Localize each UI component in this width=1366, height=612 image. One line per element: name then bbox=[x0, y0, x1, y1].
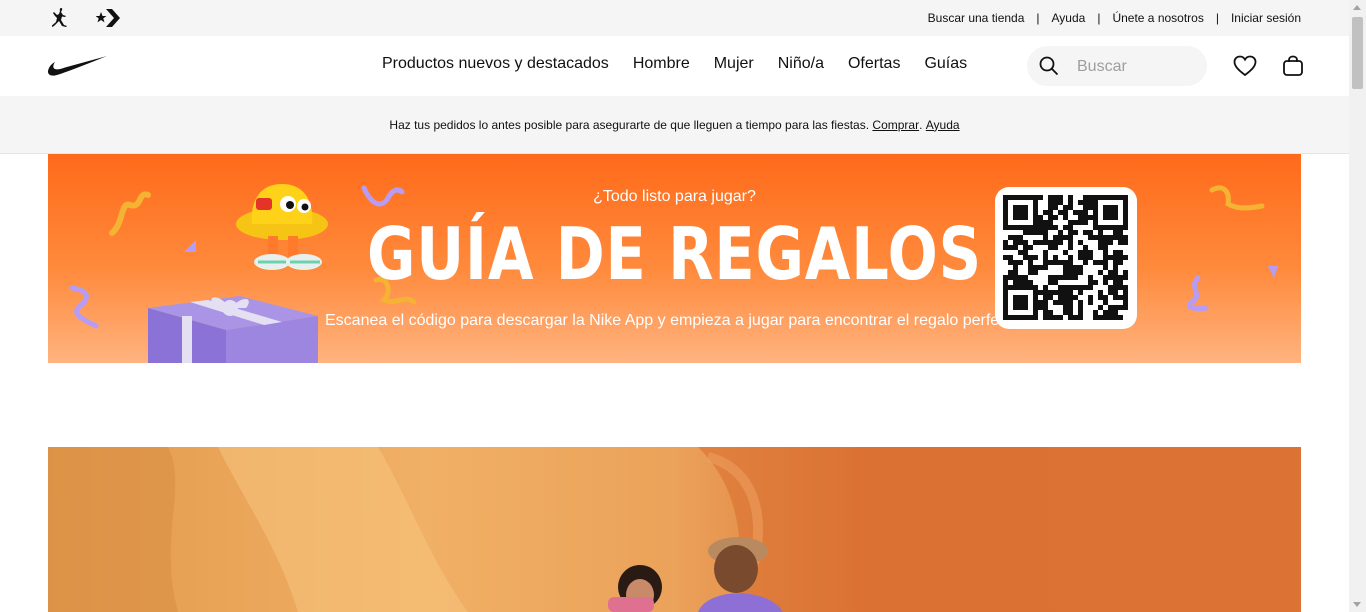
promo-shop-link[interactable]: Comprar bbox=[872, 118, 919, 132]
confetti-triangle-icon bbox=[1268, 266, 1278, 278]
confetti-squiggle-icon bbox=[69, 285, 99, 329]
bag-icon[interactable] bbox=[1282, 55, 1304, 82]
find-store-link[interactable]: Buscar una tienda bbox=[928, 11, 1025, 25]
hero-photo-illustration bbox=[48, 447, 1301, 612]
qr-code-graphic bbox=[1003, 195, 1128, 320]
page-scrollbar[interactable] bbox=[1349, 0, 1366, 612]
search-icon[interactable] bbox=[1039, 56, 1059, 81]
heart-icon[interactable] bbox=[1233, 55, 1257, 82]
utility-links: Buscar una tienda | Ayuda | Únete a noso… bbox=[928, 11, 1301, 25]
promo-bar: Haz tus pedidos lo antes posible para as… bbox=[0, 96, 1349, 154]
divider: | bbox=[1215, 11, 1219, 25]
nav-item-new-featured[interactable]: Productos nuevos y destacados bbox=[382, 55, 609, 73]
qr-code[interactable] bbox=[995, 187, 1137, 329]
nav-item-men[interactable]: Hombre bbox=[633, 55, 690, 73]
nav-item-sale[interactable]: Ofertas bbox=[848, 55, 900, 73]
search-input[interactable] bbox=[1075, 55, 1199, 79]
primary-nav: Productos nuevos y destacados Hombre Muj… bbox=[382, 55, 991, 73]
gift-guide-banner[interactable]: ¿Todo listo para jugar? GUÍA DE REGALOS … bbox=[48, 154, 1301, 363]
gift-box-illustration bbox=[148, 296, 318, 363]
divider: | bbox=[1036, 11, 1040, 25]
sign-in-link[interactable]: Iniciar sesión bbox=[1231, 11, 1301, 25]
join-link[interactable]: Únete a nosotros bbox=[1112, 11, 1203, 25]
nike-swoosh-icon[interactable] bbox=[47, 55, 107, 82]
scroll-down-arrow[interactable] bbox=[1353, 602, 1361, 607]
scroll-thumb[interactable] bbox=[1352, 17, 1363, 89]
divider: | bbox=[1097, 11, 1101, 25]
utility-bar: Buscar una tienda | Ayuda | Únete a noso… bbox=[0, 0, 1349, 36]
converse-logo-icon[interactable] bbox=[95, 9, 120, 32]
scroll-up-arrow[interactable] bbox=[1353, 5, 1361, 10]
jordan-logo-icon[interactable] bbox=[50, 7, 70, 34]
promo-text: Haz tus pedidos lo antes posible para as… bbox=[389, 117, 870, 132]
search-box[interactable] bbox=[1027, 46, 1207, 86]
hero-image[interactable] bbox=[48, 447, 1301, 612]
promo-help-link[interactable]: Ayuda bbox=[926, 118, 960, 132]
main-nav: Productos nuevos y destacados Hombre Muj… bbox=[0, 36, 1349, 96]
help-link[interactable]: Ayuda bbox=[1052, 11, 1086, 25]
nav-item-guides[interactable]: Guías bbox=[924, 55, 967, 73]
nav-item-women[interactable]: Mujer bbox=[714, 55, 754, 73]
nav-item-kids[interactable]: Niño/a bbox=[778, 55, 824, 73]
banner-subtitle: Escanea el código para descargar la Nike… bbox=[325, 312, 1025, 329]
